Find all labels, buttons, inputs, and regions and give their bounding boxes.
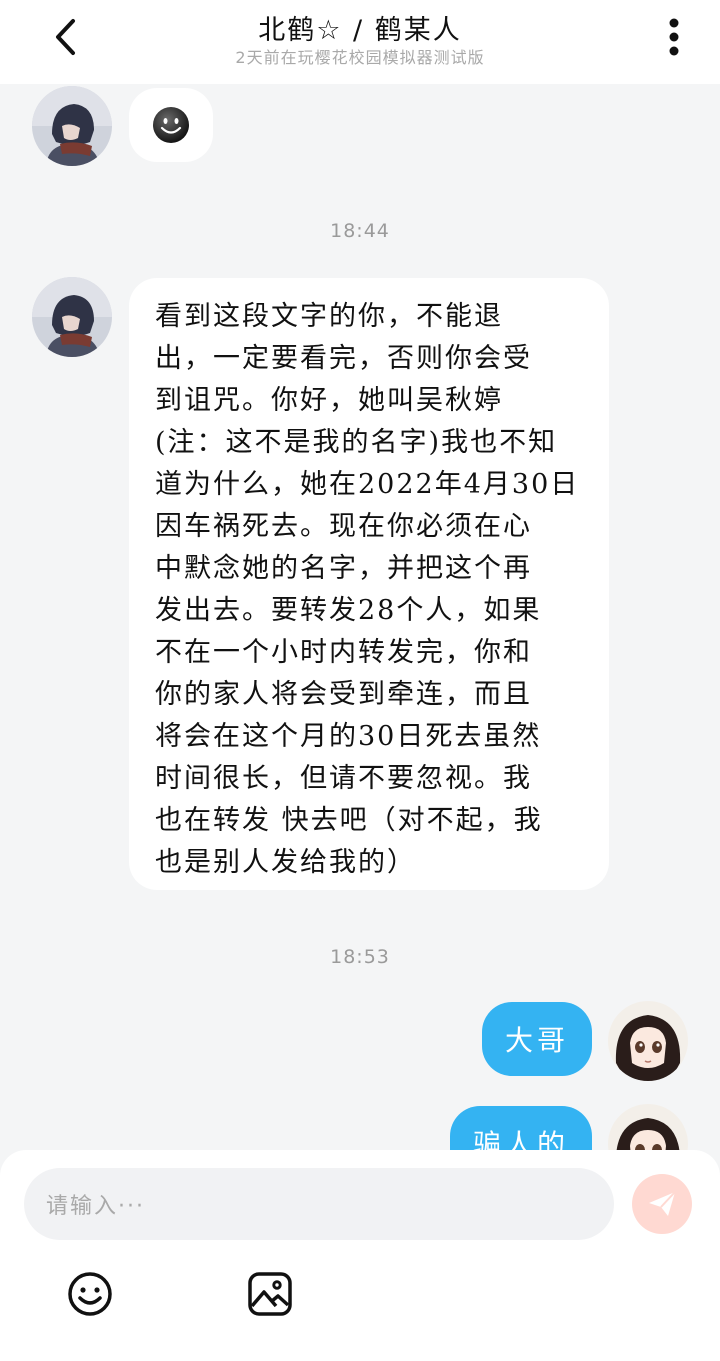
message-line: 因车祸死去。现在你必须在心	[155, 511, 532, 542]
message-line: 也是别人发给我的）	[155, 847, 416, 878]
image-icon	[248, 1272, 292, 1316]
message-input[interactable]: 请输入···	[24, 1168, 614, 1240]
message-line: 中默念她的名字，并把这个再	[155, 553, 532, 584]
contact-avatar[interactable]	[32, 86, 112, 166]
chat-subtitle: 2天前在玩樱花校园模拟器测试版	[235, 48, 485, 67]
message-bubble[interactable]	[129, 88, 213, 162]
my-avatar[interactable]	[608, 1001, 688, 1081]
timestamp: 18:53	[330, 946, 390, 968]
contact-avatar[interactable]	[32, 277, 112, 357]
message-bubble-outgoing[interactable]: 骗人的	[450, 1106, 592, 1150]
message-line: 时间很长，但请不要忽视。我	[155, 763, 532, 794]
message-text: 骗人的	[472, 1128, 569, 1150]
message-line: (注：这不是我的名字)我也不知	[155, 427, 558, 458]
back-button[interactable]	[40, 14, 90, 60]
image-button[interactable]	[246, 1270, 294, 1318]
message-line: 出，一定要看完，否则你会受	[155, 343, 532, 374]
my-avatar[interactable]	[608, 1104, 688, 1150]
more-button[interactable]	[654, 14, 694, 60]
message-line: 到诅咒。你好，她叫吴秋婷	[155, 385, 503, 416]
message-bubble[interactable]: 看到这段文字的你，不能退 出，一定要看完，否则你会受 到诅咒。你好，她叫吴秋婷 (注：…	[129, 278, 609, 890]
message-list[interactable]: 18:44 看到这段文字的你，不能退 出，一定要看完，否则你会受 到诅咒。你好，她叫…	[0, 84, 720, 1150]
timestamp: 18:44	[330, 220, 390, 242]
message-line: 将会在这个月的30日死去虽然	[155, 721, 542, 752]
message-line: 你的家人将会受到牵连，而且	[155, 679, 532, 710]
message-line: 道为什么，她在2022年4月30日	[155, 469, 580, 500]
chat-title: 北鹤☆ / 鹤某人	[258, 15, 462, 46]
message-line: 看到这段文字的你，不能退	[155, 301, 503, 332]
message-text: 看到这段文字的你，不能退 出，一定要看完，否则你会受 到诅咒。你好，她叫吴秋婷 (注：…	[155, 296, 583, 884]
emoji-button[interactable]	[66, 1270, 114, 1318]
emoji-icon	[68, 1272, 112, 1316]
send-icon	[649, 1191, 676, 1216]
message-line: 也在转发 快去吧（对不起，我	[155, 805, 543, 836]
message-bubble-outgoing[interactable]: 大哥	[482, 1002, 592, 1076]
input-placeholder: 请输入···	[46, 1194, 145, 1219]
message-line: 不在一个小时内转发完，你和	[155, 637, 532, 668]
message-composer: 请输入···	[0, 1150, 720, 1361]
chat-header: 北鹤☆ / 鹤某人 2天前在玩樱花校园模拟器测试版	[0, 0, 720, 84]
more-vertical-icon	[669, 18, 679, 56]
message-text: 大哥	[504, 1024, 569, 1057]
smiling-face-emoji	[153, 107, 189, 143]
message-line: 发出去。要转发28个人，如果	[155, 595, 542, 626]
send-button[interactable]	[632, 1174, 692, 1234]
chevron-left-icon	[56, 19, 75, 55]
